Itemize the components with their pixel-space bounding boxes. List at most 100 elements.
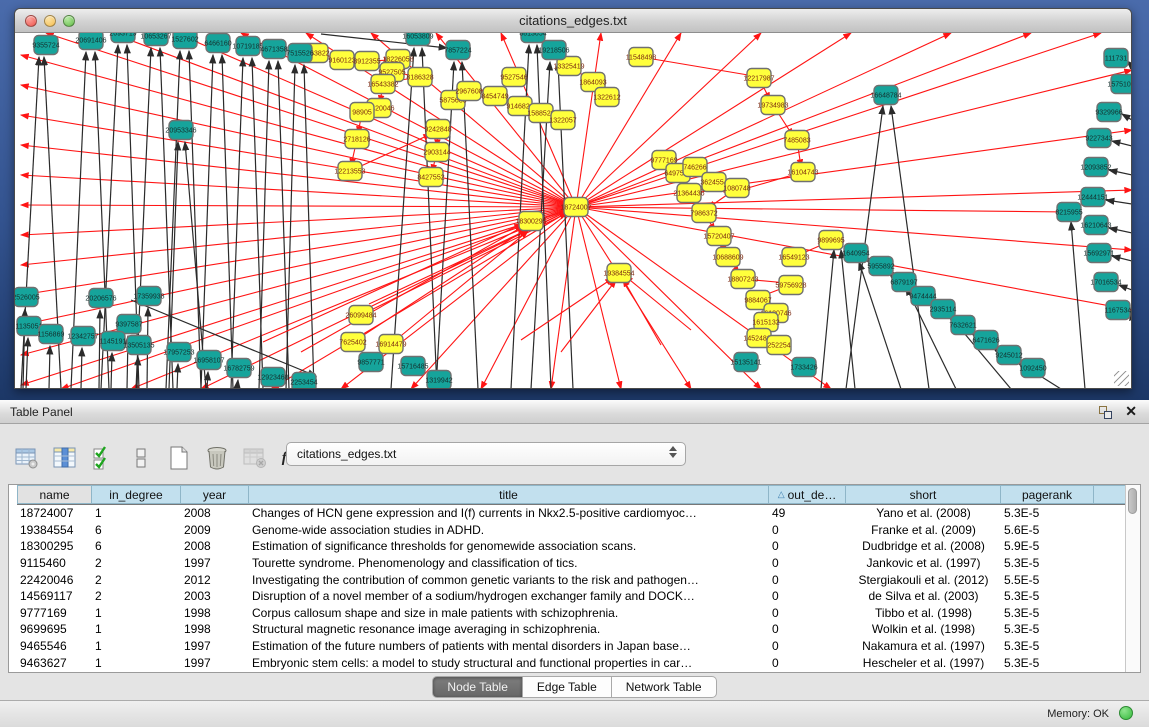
graph-node[interactable]: 12923468: [257, 368, 288, 387]
graph-edge[interactable]: [1122, 114, 1131, 120]
graph-node[interactable]: 15135141: [730, 353, 761, 372]
graph-edge[interactable]: [1109, 170, 1131, 175]
cell-title[interactable]: Embryonic stem cells: a model to study s…: [249, 656, 769, 670]
graph-node[interactable]: 1322612: [593, 88, 620, 107]
cell-title[interactable]: Corpus callosum shape and size in male p…: [249, 606, 769, 620]
graph-edge[interactable]: [481, 207, 576, 388]
graph-node[interactable]: 20953346: [165, 121, 196, 140]
table-row[interactable]: 2242004622012Investigating the contribut…: [17, 571, 1125, 588]
graph-edge[interactable]: [1112, 256, 1131, 261]
graph-node[interactable]: 12213553: [334, 162, 365, 181]
graph-node[interactable]: 16104743: [787, 163, 818, 182]
cell-in_degree[interactable]: 6: [92, 539, 181, 553]
cell-year[interactable]: 2009: [181, 523, 249, 537]
scrollbar-thumb[interactable]: [1128, 488, 1137, 514]
graph-edge[interactable]: [259, 61, 269, 388]
network-window-titlebar[interactable]: citations_edges.txt: [15, 9, 1131, 33]
graph-node[interactable]: 8912355: [353, 52, 380, 71]
cell-year[interactable]: 1998: [181, 622, 249, 636]
graph-node[interactable]: 1156869: [38, 325, 65, 344]
graph-node[interactable]: 111731: [1104, 49, 1128, 68]
graph-node[interactable]: 18724007: [560, 198, 591, 217]
graph-node[interactable]: 16782759: [223, 359, 254, 378]
graph-node[interactable]: 15751074: [1107, 75, 1131, 94]
graph-node[interactable]: 1167534: [1105, 301, 1131, 320]
memory-ok-indicator-icon[interactable]: [1119, 706, 1133, 720]
table-row[interactable]: 1456911722003Disruption of a novel membe…: [17, 588, 1125, 605]
cell-out_degree[interactable]: 0: [769, 573, 846, 587]
cell-pagerank[interactable]: 5.5E-5: [1001, 573, 1094, 587]
cell-pagerank[interactable]: 5.3E-5: [1001, 656, 1094, 670]
graph-node[interactable]: 17016534: [1090, 273, 1121, 292]
graph-node[interactable]: 59756928: [775, 276, 806, 295]
cell-short[interactable]: Hescheler et al. (1997): [846, 656, 1001, 670]
cell-in_degree[interactable]: 2: [92, 589, 181, 603]
cell-name[interactable]: 9777169: [17, 606, 92, 620]
graph-node[interactable]: 9160123: [328, 51, 355, 70]
graph-edge[interactable]: [21, 207, 576, 235]
graph-node[interactable]: 19734983: [757, 96, 788, 115]
cell-name[interactable]: 14569117: [17, 589, 92, 603]
cell-year[interactable]: 2003: [181, 589, 249, 603]
graph-node[interactable]: 11548498: [626, 48, 657, 67]
cell-in_degree[interactable]: 2: [92, 573, 181, 587]
graph-node[interactable]: 98905: [350, 103, 374, 122]
cell-out_degree[interactable]: 0: [769, 523, 846, 537]
cell-pagerank[interactable]: 5.9E-5: [1001, 539, 1094, 553]
cell-title[interactable]: Estimation of significance thresholds fo…: [249, 539, 769, 553]
table-row[interactable]: 1872400712008Changes of HCN gene express…: [17, 505, 1125, 522]
cell-short[interactable]: Stergiakouli et al. (2012): [846, 573, 1001, 587]
cell-short[interactable]: Jankovic et al. (1997): [846, 556, 1001, 570]
column-header-pagerank[interactable]: pagerank: [1001, 485, 1094, 504]
show-column-icon[interactable]: [52, 445, 78, 471]
graph-node[interactable]: 1080748: [723, 179, 750, 198]
cell-pagerank[interactable]: 5.6E-5: [1001, 523, 1094, 537]
graph-edge[interactable]: [99, 310, 100, 388]
graph-node[interactable]: 10719185: [232, 37, 263, 56]
graph-node[interactable]: 8186328: [406, 68, 433, 87]
cell-title[interactable]: Disruption of a novel member of a sodium…: [249, 589, 769, 603]
graph-edge[interactable]: [576, 207, 1069, 212]
graph-node[interactable]: 20691406: [75, 33, 106, 50]
cell-short[interactable]: Dudbridge et al. (2008): [846, 539, 1001, 553]
cell-short[interactable]: Wolkin et al. (1998): [846, 622, 1001, 636]
graph-node[interactable]: 7857224: [444, 41, 471, 60]
graph-node[interactable]: 1640954: [842, 244, 869, 263]
cell-title[interactable]: Tourette syndrome. Phenomenology and cla…: [249, 556, 769, 570]
graph-edge[interactable]: [625, 276, 691, 330]
graph-node[interactable]: 1527602: [171, 33, 198, 49]
graph-node[interactable]: 7625402: [339, 333, 366, 352]
cell-out_degree[interactable]: 0: [769, 606, 846, 620]
graph-node[interactable]: 9397587: [115, 315, 142, 334]
table-row[interactable]: 1830029562008Estimation of significance …: [17, 538, 1125, 555]
cell-year[interactable]: 1998: [181, 606, 249, 620]
table-row[interactable]: 946554611997Estimation of the future num…: [17, 638, 1125, 655]
graph-node[interactable]: 8813054: [519, 33, 546, 43]
graph-edge[interactable]: [641, 57, 754, 76]
cell-name[interactable]: 18300295: [17, 539, 92, 553]
cell-pagerank[interactable]: 5.3E-5: [1001, 622, 1094, 636]
cell-name[interactable]: 22420046: [17, 573, 92, 587]
network-view-canvas[interactable]: 1872400718300295193845547463822916012389…: [15, 33, 1131, 388]
graph-edge[interactable]: [891, 106, 929, 388]
cell-short[interactable]: Tibbo et al. (1998): [846, 606, 1001, 620]
graph-edge[interactable]: [841, 250, 855, 388]
graph-edge[interactable]: [189, 51, 201, 388]
graph-node[interactable]: 16648784: [870, 86, 901, 105]
graph-edge[interactable]: [1112, 141, 1131, 146]
graph-node[interactable]: 19384554: [603, 264, 634, 283]
graph-node[interactable]: 12342757: [67, 327, 98, 346]
cell-pagerank[interactable]: 5.3E-5: [1001, 606, 1094, 620]
graph-node[interactable]: 15692971: [1083, 244, 1114, 263]
cell-pagerank[interactable]: 5.3E-5: [1001, 639, 1094, 653]
graph-node[interactable]: 17359938: [133, 287, 164, 306]
tab-network-table[interactable]: Network Table: [612, 676, 717, 698]
graph-node[interactable]: 1319942: [425, 371, 452, 389]
graph-node[interactable]: 4671358: [260, 40, 287, 59]
graph-node[interactable]: 9329966: [1095, 103, 1122, 122]
cell-out_degree[interactable]: 0: [769, 639, 846, 653]
graph-edge[interactable]: [623, 279, 661, 345]
graph-edge[interactable]: [21, 115, 576, 207]
graph-edge[interactable]: [1106, 200, 1131, 204]
graph-node[interactable]: 16958107: [193, 351, 224, 370]
